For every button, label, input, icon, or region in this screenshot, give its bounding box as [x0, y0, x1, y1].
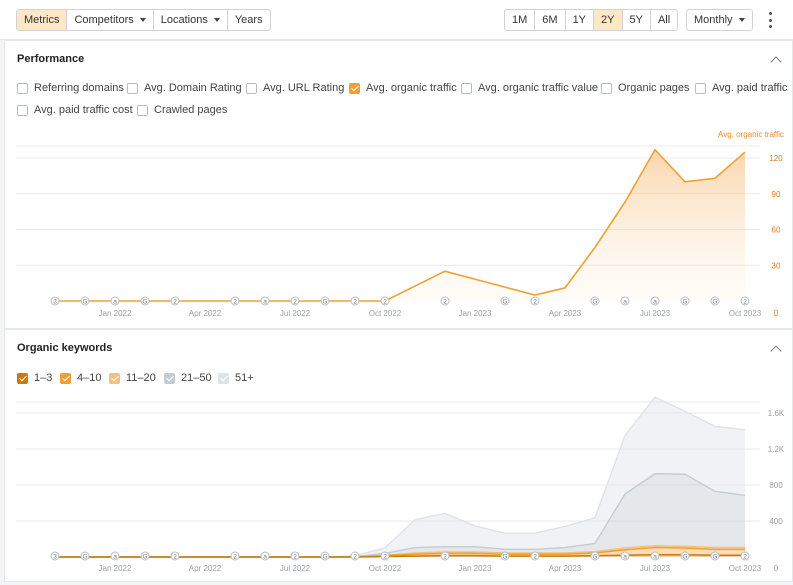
period-label: All [657, 14, 671, 26]
metric-label: Crawled pages [154, 104, 228, 116]
locations-dropdown[interactable]: Locations [152, 10, 227, 30]
checkbox[interactable] [601, 82, 612, 94]
checkbox-checked[interactable] [218, 372, 229, 384]
period-label: 1M [512, 14, 528, 26]
metric-label: Avg. paid traffic [712, 82, 788, 94]
metric-avg-organic-traffic-value[interactable]: Avg. organic traffic value [461, 82, 598, 94]
checkbox[interactable] [461, 82, 472, 94]
more-options-icon[interactable] [766, 12, 774, 28]
metric-avg-organic-traffic[interactable]: Avg. organic traffic [349, 82, 457, 94]
checkbox[interactable] [127, 82, 138, 94]
view-tabs: Metrics Competitors Locations Years [16, 9, 271, 31]
chevron-down-icon [213, 18, 220, 22]
metric-label: Organic pages [618, 82, 690, 94]
granularity-label: Monthly [694, 14, 733, 26]
legend-51-plus[interactable]: 51+ [218, 372, 254, 384]
period-5y[interactable]: 5Y [621, 10, 650, 30]
period-selector: 1M 6M 1Y 2Y 5Y All [504, 9, 679, 31]
collapse-icon[interactable] [770, 56, 782, 68]
metric-avg-domain-rating[interactable]: Avg. Domain Rating [127, 82, 242, 94]
metric-avg-url-rating[interactable]: Avg. URL Rating [246, 82, 344, 94]
tab-years-label: Years [234, 14, 263, 26]
period-1y[interactable]: 1Y [564, 10, 593, 30]
granularity-dropdown[interactable]: Monthly [686, 9, 753, 31]
collapse-icon[interactable] [770, 345, 782, 357]
performance-title: Performance [17, 53, 85, 65]
checkbox[interactable] [17, 104, 28, 116]
granularity-select[interactable]: Monthly [687, 10, 752, 30]
legend-label: 1–3 [34, 372, 53, 384]
checkbox[interactable] [137, 104, 148, 116]
metric-crawled-pages[interactable]: Crawled pages [137, 104, 227, 116]
period-label: 2Y [601, 14, 615, 26]
checkbox[interactable] [246, 82, 257, 94]
metric-organic-pages[interactable]: Organic pages [601, 82, 690, 94]
metric-avg-paid-traffic[interactable]: Avg. paid traffic [695, 82, 787, 94]
checkbox-checked[interactable] [109, 372, 120, 384]
competitors-dropdown[interactable]: Competitors [66, 10, 152, 30]
metric-label: Avg. organic traffic value [478, 82, 599, 94]
metric-label: Avg. URL Rating [263, 82, 345, 94]
legend-11-20[interactable]: 11–20 [109, 372, 156, 384]
legend-label: 11–20 [126, 372, 156, 384]
period-1m[interactable]: 1M [505, 10, 534, 30]
tab-metrics[interactable]: Metrics [17, 10, 67, 30]
period-all[interactable]: All [649, 10, 677, 30]
metric-label: Referring domains [34, 82, 124, 94]
checkbox-checked[interactable] [164, 372, 175, 384]
period-label: 5Y [629, 14, 643, 26]
metric-label: Avg. paid traffic cost [34, 104, 133, 116]
legend-21-50[interactable]: 21–50 [164, 372, 212, 384]
organic-keywords-panel: Organic keywords 1–3 4–10 11–20 21–50 51… [4, 329, 793, 582]
checkbox-checked[interactable] [60, 372, 71, 384]
chevron-down-icon [738, 18, 745, 22]
legend-4-10[interactable]: 4–10 [60, 372, 101, 384]
legend-1-3[interactable]: 1–3 [17, 372, 52, 384]
checkbox[interactable] [17, 82, 28, 94]
legend-label: 21–50 [181, 372, 212, 384]
metric-label: Avg. organic traffic [366, 82, 457, 94]
period-label: 1Y [572, 14, 587, 26]
metric-referring-domains[interactable]: Referring domains [17, 82, 124, 94]
period-6m[interactable]: 6M [534, 10, 564, 30]
legend-label: 51+ [235, 372, 254, 384]
checkbox-checked[interactable] [17, 372, 28, 384]
performance-panel: Performance Referring domains Avg. Domai… [4, 40, 793, 329]
tab-years[interactable]: Years [226, 10, 270, 30]
chevron-down-icon [139, 18, 146, 22]
locations-label: Locations [160, 14, 208, 26]
checkbox[interactable] [695, 82, 706, 94]
tab-metrics-label: Metrics [24, 14, 60, 26]
organic-keywords-title: Organic keywords [17, 342, 113, 354]
period-label: 6M [542, 14, 558, 26]
metric-label: Avg. Domain Rating [144, 82, 242, 94]
metric-avg-paid-traffic-cost[interactable]: Avg. paid traffic cost [17, 104, 133, 116]
checkbox-checked[interactable] [349, 82, 360, 94]
toolbar: Metrics Competitors Locations Years 1M 6… [0, 0, 793, 40]
competitors-label: Competitors [74, 14, 134, 26]
legend-label: 4–10 [77, 372, 102, 384]
period-2y[interactable]: 2Y [593, 10, 622, 30]
